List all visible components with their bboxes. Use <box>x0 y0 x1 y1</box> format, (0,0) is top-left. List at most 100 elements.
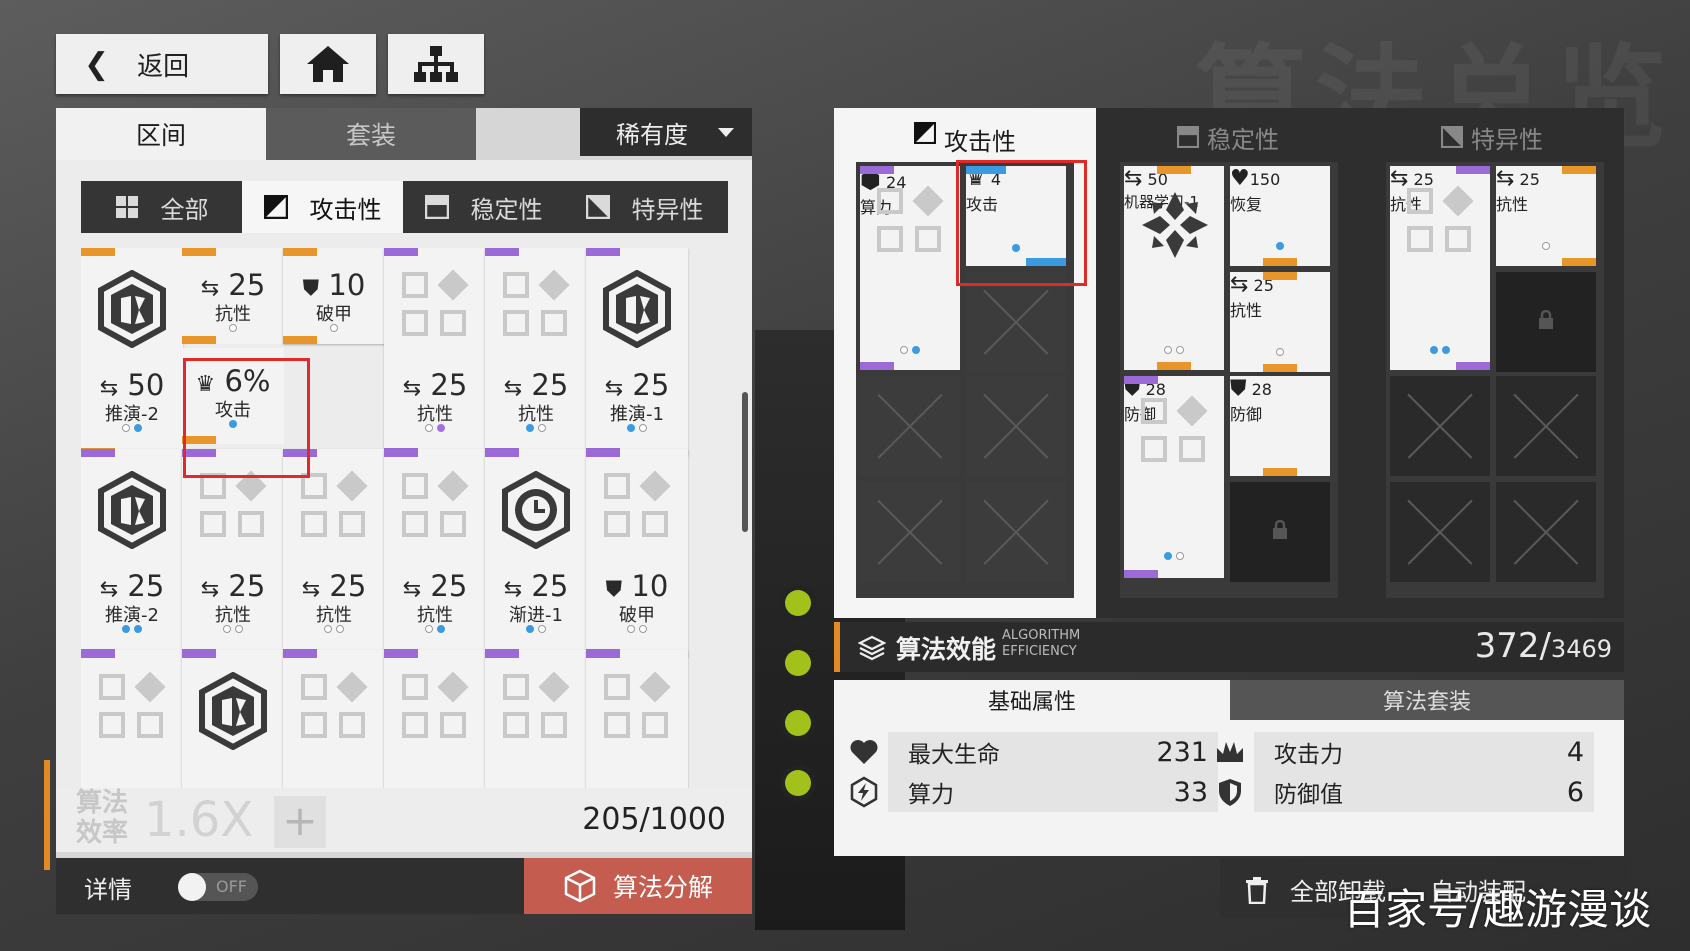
shield-icon: ⛊ <box>605 577 623 602</box>
rank-dot <box>235 625 243 633</box>
algorithm-card[interactable] <box>283 650 385 788</box>
tab-label: 攻击性 <box>944 128 1016 156</box>
rarity-band <box>182 248 216 256</box>
algorithm-card-half[interactable]: ⇆ 25 抗性 <box>182 248 284 344</box>
empty-slot[interactable] <box>1496 482 1596 582</box>
rarity-band <box>485 248 519 256</box>
tab-suit[interactable]: 套装 <box>266 108 476 160</box>
arrows-icon: ⇆ <box>200 276 220 301</box>
equipped-algorithm-slot-selected[interactable]: ♛ 4 攻击 <box>966 166 1066 266</box>
rank-dot <box>437 424 445 432</box>
algorithm-card[interactable] <box>586 650 688 788</box>
equipped-algorithm-slot[interactable]: ♥150 恢复 <box>1230 166 1330 266</box>
equipped-algorithm-slot[interactable]: ⛊ 28 防御 <box>1124 376 1224 578</box>
stat-value: 6 <box>1566 776 1584 808</box>
algorithm-card[interactable] <box>384 650 486 788</box>
plus-button[interactable]: + <box>274 796 326 848</box>
empty-slot[interactable] <box>966 482 1066 582</box>
rank-dot <box>627 424 635 432</box>
algorithm-card[interactable]: ⇆ 25 推演-2 <box>81 449 183 657</box>
home-button[interactable] <box>280 34 376 94</box>
back-button[interactable]: ❮ 返回 <box>56 34 268 94</box>
inventory-footer: 算法 效率 1.6X + 205/1000 <box>56 788 752 852</box>
algorithm-card[interactable]: ⇆ 25 抗性 <box>283 449 385 657</box>
equipped-algorithm-slot[interactable]: ⛊ 28 防御 <box>1230 376 1330 476</box>
empty-slot[interactable] <box>966 272 1066 372</box>
rarity-sort-dropdown[interactable]: 稀有度 <box>580 108 752 156</box>
filter-label: 特异性 <box>631 195 704 224</box>
placeholder-icon <box>877 185 944 254</box>
algorithm-card[interactable]: ⇆ 25 抗性 ♛ 6% 攻击 <box>182 248 284 456</box>
rarity-band <box>182 650 216 658</box>
slot-stat-label: 抗性 <box>1496 195 1529 214</box>
special-slot-grid: ⇆ 25 抗性 ⇆ 25 抗性 <box>1386 162 1604 598</box>
algorithm-inventory-panel: 区间 套装 稀有度 全部 攻击性 稳定性 特异性 ⇆ 50 推演-2 ⇆ 25 抗性 ♛… <box>56 108 752 914</box>
algorithm-card[interactable]: ⇆ 25 抗性 <box>384 449 486 657</box>
slot-dots <box>1496 242 1596 250</box>
inventory-scrollbar[interactable] <box>742 392 748 532</box>
tab-stability-slots[interactable]: 稳定性 <box>1096 108 1360 166</box>
algorithm-card[interactable]: ⛊ 10 破甲 <box>586 449 688 657</box>
attack-category-icon <box>263 195 288 219</box>
equipped-algorithm-slot[interactable]: ⇆ 25 抗性 <box>1230 272 1330 372</box>
algorithm-card[interactable]: ⇆ 25 推演-1 <box>586 248 688 456</box>
stat-name: 最大生命 <box>908 742 1000 768</box>
details-label: 详情 <box>84 876 132 904</box>
rarity-band <box>1263 364 1297 372</box>
toggle-knob <box>178 873 206 901</box>
value-text: 10 <box>631 569 669 603</box>
stat-row-defense: 防御值 6 <box>1254 772 1594 812</box>
details-toggle[interactable]: OFF <box>178 873 258 901</box>
filter-stability[interactable]: 稳定性 <box>403 181 564 233</box>
algorithm-card[interactable] <box>81 650 183 788</box>
value-text: 25 <box>228 268 266 302</box>
tab-special-slots[interactable]: 特异性 <box>1360 108 1624 166</box>
card-dots <box>283 324 385 332</box>
equipped-algorithm-slot[interactable]: ⇆ 50 机器学习-1 <box>1124 166 1224 370</box>
card-stat-value: ♛ 6% <box>182 364 284 398</box>
rank-dot <box>229 324 237 332</box>
hierarchy-icon <box>414 46 458 82</box>
arrows-icon: ⇆ <box>1390 166 1409 191</box>
rarity-band <box>1263 272 1297 280</box>
watermark: 百家号/趣游漫谈 <box>1343 885 1652 934</box>
algorithm-card[interactable]: ⇆ 25 抗性 <box>182 449 284 657</box>
equipped-algorithm-slot[interactable]: ⇆ 25 抗性 <box>1390 166 1490 370</box>
placeholder-icon <box>301 470 368 539</box>
arrows-icon: ⇆ <box>99 577 119 602</box>
rank-dot <box>324 625 332 633</box>
slot-stat-label: 抗性 <box>1230 301 1263 320</box>
filter-all[interactable]: 全部 <box>81 181 242 233</box>
filter-attack[interactable]: 攻击性 <box>242 181 403 233</box>
algorithm-card[interactable]: ⇆ 25 渐进-1 <box>485 449 587 657</box>
back-label: 返回 <box>137 51 190 82</box>
hex-bolt-icon <box>850 776 878 808</box>
equipped-algorithm-slot[interactable]: ⇆ 25 抗性 <box>1496 166 1596 266</box>
tab-algorithm-suits[interactable]: 算法套装 <box>1230 680 1624 720</box>
tab-range[interactable]: 区间 <box>56 108 266 160</box>
rarity-band <box>586 248 620 256</box>
empty-slot[interactable] <box>860 482 960 582</box>
hierarchy-button[interactable] <box>388 34 484 94</box>
filter-special[interactable]: 特异性 <box>564 181 725 233</box>
card-stat-label: 推演-1 <box>610 404 664 425</box>
empty-slot[interactable] <box>860 376 960 476</box>
decompose-button[interactable]: 算法分解 <box>524 858 752 914</box>
decompose-label: 算法分解 <box>612 873 713 902</box>
empty-slot[interactable] <box>1496 376 1596 476</box>
value-text: 25 <box>531 368 569 402</box>
algorithm-card[interactable]: ⇆ 25 抗性 <box>384 248 486 456</box>
algorithm-card[interactable] <box>182 650 284 788</box>
empty-slot[interactable] <box>1390 482 1490 582</box>
algorithm-card[interactable]: ⇆ 25 抗性 <box>485 248 587 456</box>
empty-slot[interactable] <box>966 376 1066 476</box>
algorithm-card-half[interactable]: ♛ 6% 攻击 <box>182 348 284 444</box>
tab-basic-attributes[interactable]: 基础属性 <box>834 680 1230 720</box>
slot-dots <box>1124 552 1224 560</box>
algorithm-card[interactable] <box>485 650 587 788</box>
empty-slot[interactable] <box>1390 376 1490 476</box>
equipped-algorithm-slot[interactable]: ⬢ 24 算力 <box>860 166 960 370</box>
algorithm-card[interactable]: ⇆ 50 推演-2 <box>81 248 183 456</box>
home-icon <box>307 46 349 82</box>
algorithm-card[interactable]: ⛊ 10 破甲 <box>283 248 385 344</box>
